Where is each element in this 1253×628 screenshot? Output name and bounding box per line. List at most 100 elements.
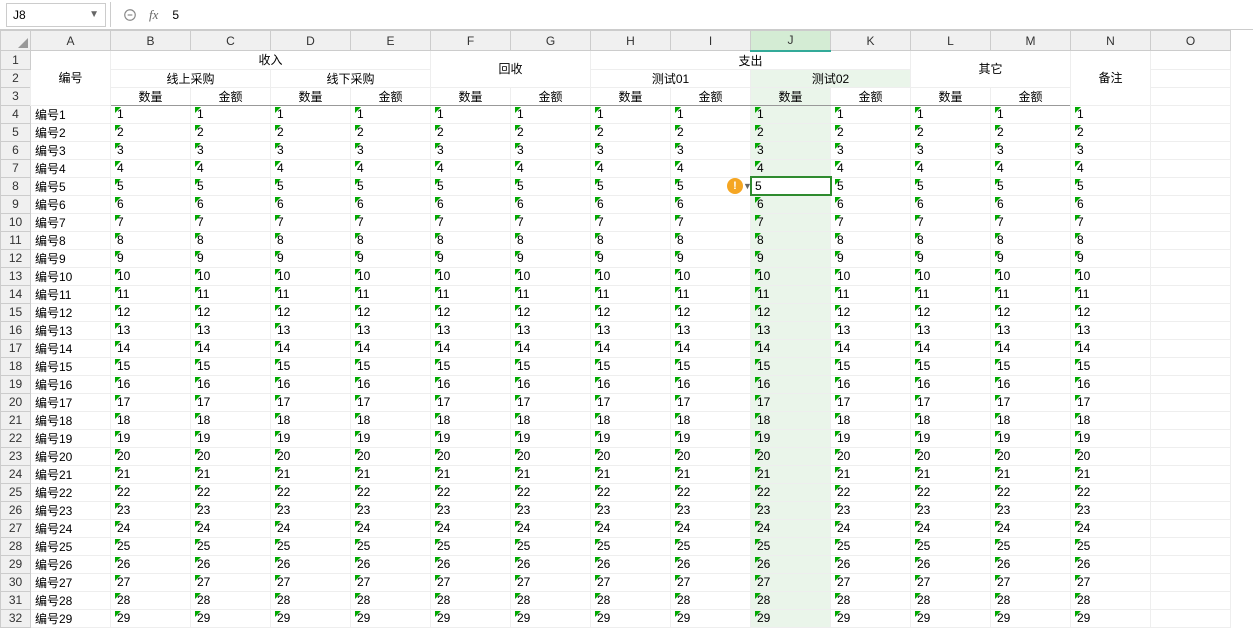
row-header-21[interactable]: 21	[1, 411, 31, 429]
cell-G21[interactable]: 18	[511, 411, 591, 429]
cell-L5[interactable]: 2	[911, 123, 991, 141]
cell-F29[interactable]: 26	[431, 555, 511, 573]
cell-D6[interactable]: 3	[271, 141, 351, 159]
cell-N24[interactable]: 21	[1071, 465, 1151, 483]
cell-N20[interactable]: 17	[1071, 393, 1151, 411]
cell-B22[interactable]: 19	[111, 429, 191, 447]
cell-O8[interactable]	[1151, 177, 1231, 195]
cell-D12[interactable]: 9	[271, 249, 351, 267]
cell-A14[interactable]: 编号11	[31, 285, 111, 303]
cell-K21[interactable]: 18	[831, 411, 911, 429]
cell-D29[interactable]: 26	[271, 555, 351, 573]
cell-O7[interactable]	[1151, 159, 1231, 177]
cell-O12[interactable]	[1151, 249, 1231, 267]
cell-M22[interactable]: 19	[991, 429, 1071, 447]
cell-D20[interactable]: 17	[271, 393, 351, 411]
cell-E12[interactable]: 9	[351, 249, 431, 267]
cell-K7[interactable]: 4	[831, 159, 911, 177]
cell-C29[interactable]: 26	[191, 555, 271, 573]
cell-K26[interactable]: 23	[831, 501, 911, 519]
cell-B25[interactable]: 22	[111, 483, 191, 501]
cell-E6[interactable]: 3	[351, 141, 431, 159]
cell-A26[interactable]: 编号23	[31, 501, 111, 519]
cell-L32[interactable]: 29	[911, 609, 991, 627]
cell-L9[interactable]: 6	[911, 195, 991, 213]
cell-C6[interactable]: 3	[191, 141, 271, 159]
cell-D9[interactable]: 6	[271, 195, 351, 213]
cell-L15[interactable]: 12	[911, 303, 991, 321]
cell-O17[interactable]	[1151, 339, 1231, 357]
cell-J19[interactable]: 16	[751, 375, 831, 393]
cell-H10[interactable]: 7	[591, 213, 671, 231]
cell-K19[interactable]: 16	[831, 375, 911, 393]
cell-A29[interactable]: 编号26	[31, 555, 111, 573]
cell-J29[interactable]: 26	[751, 555, 831, 573]
cell-C23[interactable]: 20	[191, 447, 271, 465]
cell-L25[interactable]: 22	[911, 483, 991, 501]
cell-D11[interactable]: 8	[271, 231, 351, 249]
cell-H18[interactable]: 15	[591, 357, 671, 375]
cell-C10[interactable]: 7	[191, 213, 271, 231]
cell-E9[interactable]: 6	[351, 195, 431, 213]
cell-A9[interactable]: 编号6	[31, 195, 111, 213]
cell-O29[interactable]	[1151, 555, 1231, 573]
cell-H8[interactable]: 5	[591, 177, 671, 195]
cell-H15[interactable]: 12	[591, 303, 671, 321]
cell-F11[interactable]: 8	[431, 231, 511, 249]
row-header-9[interactable]: 9	[1, 195, 31, 213]
cell-F6[interactable]: 3	[431, 141, 511, 159]
cell-J5[interactable]: 2	[751, 123, 831, 141]
row-header-24[interactable]: 24	[1, 465, 31, 483]
cell-M26[interactable]: 23	[991, 501, 1071, 519]
cell-O20[interactable]	[1151, 393, 1231, 411]
cell-A6[interactable]: 编号3	[31, 141, 111, 159]
row-header-29[interactable]: 29	[1, 555, 31, 573]
cell-K22[interactable]: 19	[831, 429, 911, 447]
cell-L13[interactable]: 10	[911, 267, 991, 285]
cell-F22[interactable]: 19	[431, 429, 511, 447]
cell-L28[interactable]: 25	[911, 537, 991, 555]
cell-O23[interactable]	[1151, 447, 1231, 465]
cell-F31[interactable]: 28	[431, 591, 511, 609]
cell-M31[interactable]: 28	[991, 591, 1071, 609]
cell-B15[interactable]: 12	[111, 303, 191, 321]
col-header-M[interactable]: M	[991, 31, 1071, 51]
cell-I20[interactable]: 17	[671, 393, 751, 411]
cell-E25[interactable]: 22	[351, 483, 431, 501]
cell-F25[interactable]: 22	[431, 483, 511, 501]
cell-G22[interactable]: 19	[511, 429, 591, 447]
cell-B12[interactable]: 9	[111, 249, 191, 267]
cell-B29[interactable]: 26	[111, 555, 191, 573]
cell-G9[interactable]: 6	[511, 195, 591, 213]
cell-C14[interactable]: 11	[191, 285, 271, 303]
cell-A17[interactable]: 编号14	[31, 339, 111, 357]
cell-O22[interactable]	[1151, 429, 1231, 447]
row-header-31[interactable]: 31	[1, 591, 31, 609]
cell-G17[interactable]: 14	[511, 339, 591, 357]
cell-N8[interactable]: 5	[1071, 177, 1151, 195]
cell-D16[interactable]: 13	[271, 321, 351, 339]
cell-F16[interactable]: 13	[431, 321, 511, 339]
cell-F30[interactable]: 27	[431, 573, 511, 591]
cell-D19[interactable]: 16	[271, 375, 351, 393]
spreadsheet-grid[interactable]: ABCDEFGHIJKLMNO1编号收入回收支出其它备注2线上采购线下采购测试0…	[0, 30, 1253, 628]
cell-F12[interactable]: 9	[431, 249, 511, 267]
cell-A22[interactable]: 编号19	[31, 429, 111, 447]
cell-I22[interactable]: 19	[671, 429, 751, 447]
cell-A30[interactable]: 编号27	[31, 573, 111, 591]
cell-M11[interactable]: 8	[991, 231, 1071, 249]
cell-C27[interactable]: 24	[191, 519, 271, 537]
cell-I16[interactable]: 13	[671, 321, 751, 339]
cell-F24[interactable]: 21	[431, 465, 511, 483]
cell-M5[interactable]: 2	[991, 123, 1071, 141]
cell-D31[interactable]: 28	[271, 591, 351, 609]
cell-C9[interactable]: 6	[191, 195, 271, 213]
cell-I14[interactable]: 11	[671, 285, 751, 303]
cell-M16[interactable]: 13	[991, 321, 1071, 339]
cell-F26[interactable]: 23	[431, 501, 511, 519]
cell-K30[interactable]: 27	[831, 573, 911, 591]
cell-J14[interactable]: 11	[751, 285, 831, 303]
cell-E22[interactable]: 19	[351, 429, 431, 447]
cell-O27[interactable]	[1151, 519, 1231, 537]
cell-I24[interactable]: 21	[671, 465, 751, 483]
